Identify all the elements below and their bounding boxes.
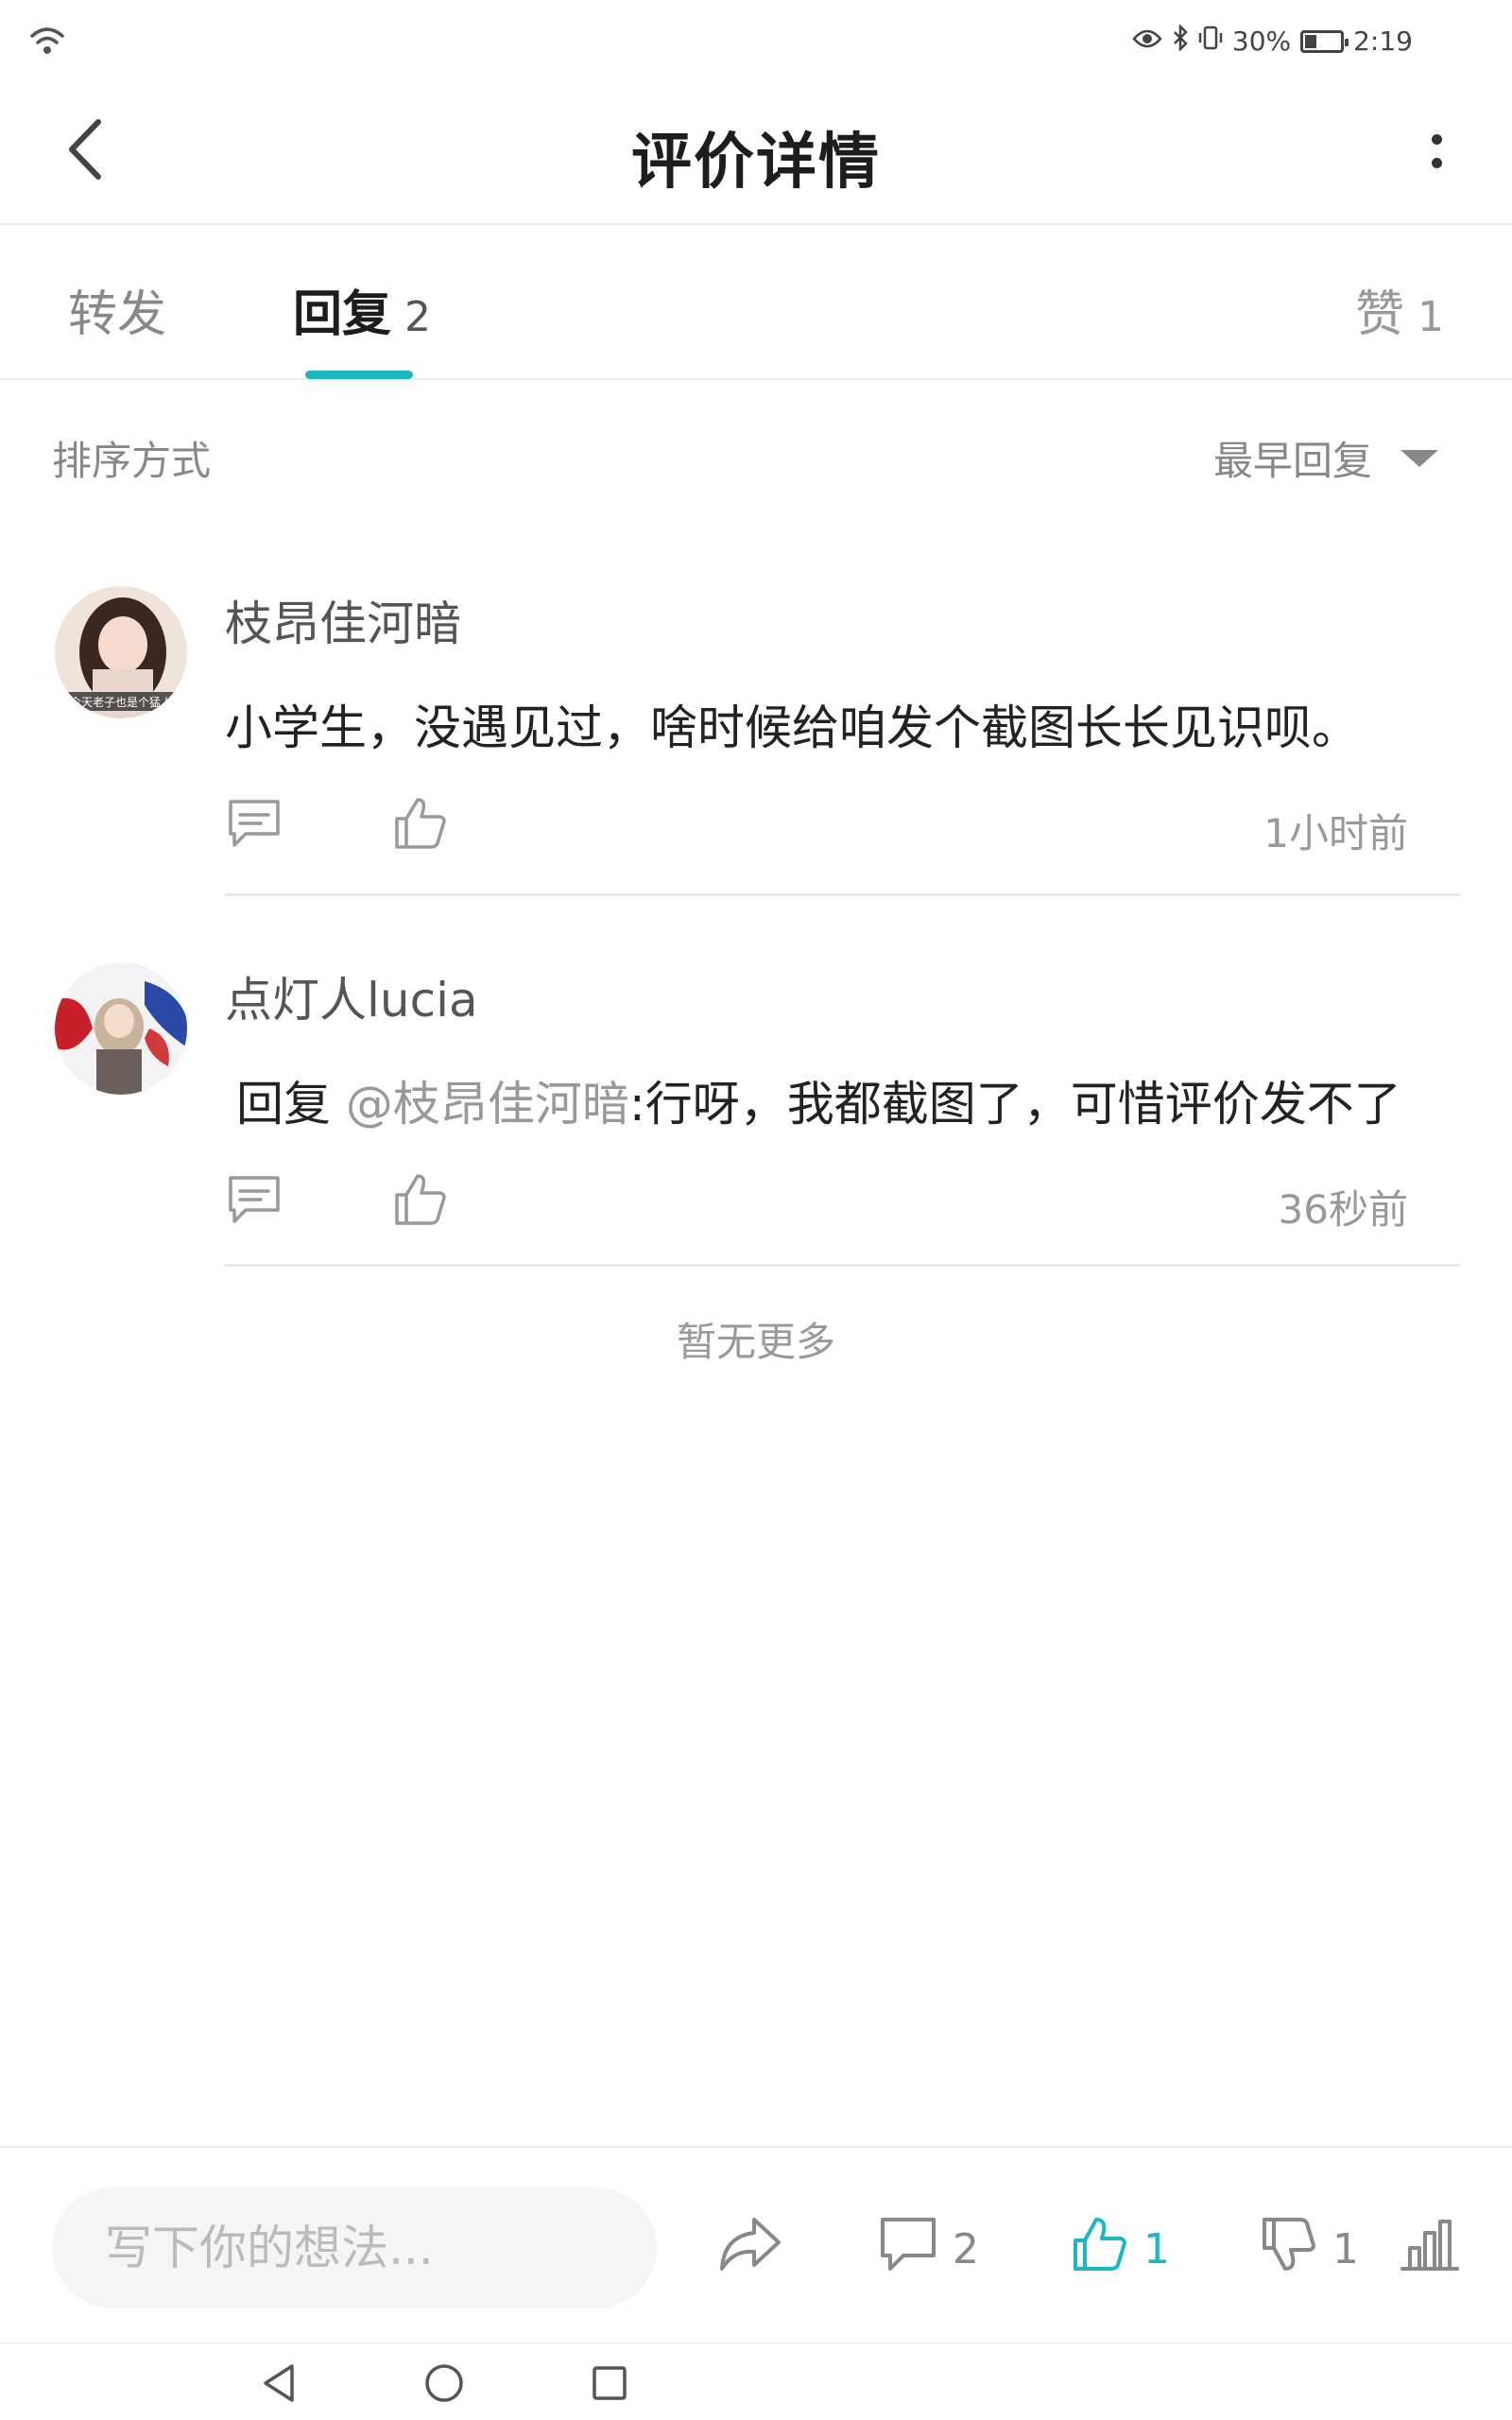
page-title: 评价详情: [631, 128, 881, 198]
sort-row: 排序方式 最早回复: [0, 416, 1512, 492]
tab-label: 转发: [68, 286, 167, 343]
caret-down-icon: [1400, 449, 1438, 467]
like-count: 1: [1143, 2224, 1170, 2273]
comment-bubble-icon: [877, 2214, 939, 2285]
avatar[interactable]: [55, 962, 187, 1095]
battery-percent: 30%: [1231, 26, 1292, 57]
tab-reply[interactable]: 回复 2: [293, 274, 431, 345]
divider: [225, 1264, 1460, 1267]
tab-bar: 转发 回复 2 赞1: [0, 227, 1512, 380]
more-options-icon[interactable]: [1399, 113, 1474, 189]
sort-dropdown[interactable]: 最早回复: [1213, 429, 1438, 487]
title-bar: 评价详情: [0, 85, 1512, 225]
battery-level: [1305, 34, 1317, 48]
vibrate-icon: [1198, 25, 1223, 58]
tab-label: 赞: [1354, 286, 1404, 343]
avatar-caption: 今天老子也是个猛人: [70, 695, 172, 709]
thumbs-down-icon: [1259, 2214, 1319, 2285]
reply-comment-icon[interactable]: [225, 794, 284, 853]
dislike-count: 1: [1332, 2224, 1359, 2273]
comment-username[interactable]: 枝昂佳河暗: [225, 586, 461, 654]
share-icon: [716, 2214, 784, 2285]
clock: 2:19: [1353, 26, 1413, 57]
share-button[interactable]: [716, 2206, 784, 2291]
thumbs-up-icon[interactable]: [391, 794, 450, 853]
comment-actions: 36秒前: [225, 1170, 1408, 1236]
tab-count: 2: [404, 293, 432, 341]
comments-button[interactable]: 2: [877, 2206, 979, 2291]
nav-recents-button[interactable]: [581, 2357, 638, 2413]
comment-timestamp: 36秒前: [1278, 1186, 1408, 1233]
sort-label: 排序方式: [52, 438, 212, 484]
system-nav-bar: [0, 2342, 1512, 2420]
comment-username[interactable]: 点灯人lucia: [225, 962, 478, 1030]
circle-home-icon: [423, 2362, 465, 2408]
reply-prefix: 回复: [236, 1077, 346, 1132]
comment-timestamp: 1小时前: [1263, 810, 1408, 856]
nav-home-button[interactable]: [416, 2357, 472, 2413]
comment-input[interactable]: 写下你的想法...: [52, 2187, 657, 2308]
no-more-label: 暂无更多: [676, 1319, 835, 1365]
wifi-icon: [28, 25, 66, 62]
comment-text: 小学生，没遇见过，啥时候给咱发个截图长长见识呗。: [225, 700, 1359, 755]
like-button[interactable]: 1: [1070, 2206, 1170, 2291]
comment-actions: 1小时前: [225, 794, 1408, 860]
avatar[interactable]: 今天老子也是个猛人: [55, 586, 187, 718]
comment-text: 回复 @枝昂佳河暗:行呀，我都截图了，可惜评价发不了: [236, 1066, 1474, 1134]
square-recents-icon: [591, 2364, 628, 2406]
dot: [1431, 158, 1442, 168]
dislike-button[interactable]: 1: [1259, 2206, 1359, 2291]
tab-count: 1: [1418, 293, 1444, 341]
tab-like[interactable]: 赞1: [1355, 274, 1444, 345]
status-indicators: 30% 2:19: [1132, 23, 1413, 58]
nav-back-button[interactable]: [250, 2357, 307, 2413]
reply-body: :行呀，我都截图了，可惜评价发不了: [628, 1077, 1401, 1132]
thumbs-up-icon: [1070, 2214, 1130, 2285]
divider: [225, 893, 1460, 896]
battery-icon: [1300, 29, 1349, 53]
dot: [1431, 134, 1442, 145]
reply-comment-icon[interactable]: [225, 1170, 284, 1229]
triangle-back-icon: [260, 2362, 298, 2408]
active-tab-indicator: [305, 371, 413, 379]
bar-chart-icon: [1399, 2214, 1461, 2285]
status-bar: 30% 2:19: [0, 0, 1512, 85]
comment-count: 2: [953, 2224, 979, 2273]
bottom-action-bar: 写下你的想法... 2 1 1: [0, 2146, 1512, 2342]
thumbs-up-icon[interactable]: [391, 1170, 450, 1229]
eye-icon: [1132, 26, 1162, 57]
sort-selected-value: 最早回复: [1212, 438, 1372, 484]
bluetooth-icon: [1172, 23, 1189, 58]
mention-link[interactable]: @枝昂佳河暗: [346, 1077, 629, 1132]
tab-forward[interactable]: 转发: [68, 274, 166, 345]
ranking-button[interactable]: [1399, 2206, 1461, 2291]
tab-label: 回复: [293, 286, 392, 343]
